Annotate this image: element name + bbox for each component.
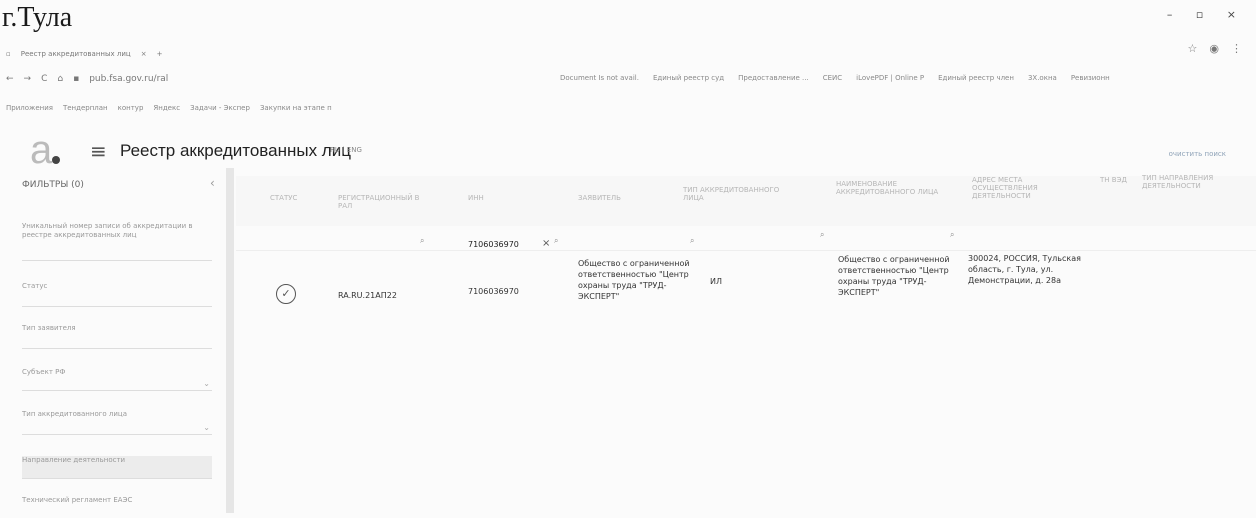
- inn-filter-input[interactable]: 7106036970: [468, 240, 519, 249]
- filter-applicant-type[interactable]: Тип заявителя: [22, 324, 212, 349]
- cell-address: 300024, РОССИЯ, Тульская область, г. Тул…: [968, 254, 1081, 285]
- bookmark-item[interactable]: Document Is not avail.: [560, 74, 639, 82]
- tab-close-icon[interactable]: ×: [141, 50, 147, 58]
- tab-label: Реестр аккредитованных лиц: [20, 50, 131, 58]
- sidebar-scrollbar[interactable]: [226, 168, 234, 513]
- bookmark-item[interactable]: Задачи - Экспер: [190, 104, 250, 112]
- search-icon[interactable]: ⌕: [690, 236, 694, 246]
- cell-applicant: Общество с ограниченной ответственностью…: [578, 259, 690, 301]
- browser-toolbar-icons: ☆ ◉ ⋮: [1188, 42, 1242, 55]
- filter-label: Направление деятельности: [22, 456, 126, 464]
- bookmark-item[interactable]: СЕИС: [823, 74, 842, 82]
- search-icon[interactable]: ⌕: [950, 230, 954, 240]
- bookmarks-bar-left: Приложения Тендерплан контур Яндекс Зада…: [6, 104, 332, 112]
- close-icon[interactable]: ×: [1227, 8, 1246, 21]
- city-heading: г.Тула: [2, 2, 73, 33]
- cell-reg-number[interactable]: RA.RU.21АП22: [338, 290, 397, 301]
- bookmark-item[interactable]: Приложения: [6, 104, 53, 112]
- forward-icon[interactable]: →: [24, 74, 32, 84]
- clear-icon[interactable]: ×: [542, 238, 550, 249]
- window-controls[interactable]: – ▫ ×: [1167, 8, 1246, 21]
- cell-name: Общество с ограниченной ответственностью…: [838, 255, 950, 297]
- reload-icon[interactable]: C: [41, 74, 47, 84]
- column-header-reg-number[interactable]: РЕГИСТРАЦИОННЫЙ В РАЛ: [338, 194, 428, 210]
- logo-dot: [52, 156, 60, 164]
- filter-label: Технический регламент ЕАЭС: [22, 496, 133, 504]
- column-header-address[interactable]: АДРЕС МЕСТА ОСУЩЕСТВЛЕНИЯ ДЕЯТЕЛЬНОСТИ: [972, 176, 1072, 200]
- bookmark-item[interactable]: Единый реестр суд: [653, 74, 724, 82]
- back-icon[interactable]: ←: [6, 74, 14, 84]
- bookmark-item[interactable]: Закупки на этапе п: [260, 104, 332, 112]
- home-icon[interactable]: ⌂: [57, 74, 63, 84]
- star-icon[interactable]: ☆: [1188, 42, 1198, 55]
- address-bar: ← → C ⌂ ▪ pub.fsa.gov.ru/ral: [6, 74, 168, 84]
- column-header-name[interactable]: НАИМЕНОВАНИЕ АККРЕДИТОВАННОГО ЛИЦА: [836, 180, 946, 196]
- bookmark-item[interactable]: Тендерплан: [63, 104, 108, 112]
- site-logo[interactable]: a: [30, 130, 52, 170]
- maximize-icon[interactable]: ▫: [1196, 8, 1213, 21]
- bookmark-item[interactable]: iLovePDF | Online P: [856, 74, 924, 82]
- bookmark-item[interactable]: Предоставление ...: [738, 74, 809, 82]
- new-tab-icon[interactable]: +: [157, 50, 163, 58]
- filter-status[interactable]: Статус: [22, 282, 212, 307]
- table-filter-row: [236, 230, 1256, 251]
- column-header-tnved[interactable]: ТН ВЭД: [1100, 176, 1127, 184]
- collapse-sidebar-icon[interactable]: ‹: [210, 176, 215, 190]
- language-switch[interactable]: RU | ENG: [330, 146, 362, 154]
- column-header-type[interactable]: ТИП АККРЕДИТОВАННОГО ЛИЦА: [683, 186, 783, 202]
- cell-type: ИЛ: [710, 277, 722, 286]
- filter-label: Статус: [22, 282, 48, 290]
- cell-inn: 7106036970: [468, 287, 519, 296]
- search-icon[interactable]: ⌕: [820, 230, 824, 240]
- column-header-activity-type[interactable]: ТИП НАПРАВЛЕНИЯ ДЕЯТЕЛЬНОСТИ: [1142, 174, 1254, 190]
- browser-tab[interactable]: ▫ Реестр аккредитованных лиц × +: [6, 50, 162, 58]
- search-icon[interactable]: ⌕: [420, 236, 424, 246]
- clear-search-link[interactable]: очистить поиск: [1169, 150, 1226, 158]
- hamburger-menu-icon[interactable]: ≡: [90, 139, 107, 163]
- filter-label: Уникальный номер записи об аккредитации …: [22, 222, 193, 239]
- filter-subject[interactable]: Субъект РФ ⌄: [22, 368, 212, 391]
- bookmark-item[interactable]: Ревизионн: [1071, 74, 1110, 82]
- bookmark-item[interactable]: Единый реестр член: [938, 74, 1014, 82]
- filter-reg-number[interactable]: Уникальный номер записи об аккредитации …: [22, 222, 212, 261]
- filter-label: Субъект РФ: [22, 368, 66, 376]
- column-header-applicant[interactable]: ЗАЯВИТЕЛЬ: [578, 194, 621, 202]
- chevron-down-icon[interactable]: ⌄: [203, 423, 210, 432]
- bookmark-item[interactable]: контур: [118, 104, 144, 112]
- chevron-down-icon[interactable]: ⌄: [203, 379, 210, 388]
- page-title: Реестр аккредитованных лиц: [120, 141, 351, 160]
- search-icon[interactable]: ⌕: [554, 236, 558, 246]
- bookmark-item[interactable]: 3X.окна: [1028, 74, 1057, 82]
- menu-icon[interactable]: ⋮: [1231, 42, 1242, 55]
- column-header-inn[interactable]: ИНН: [468, 194, 484, 202]
- bookmark-item[interactable]: Яндекс: [153, 104, 180, 112]
- filter-tech-regulation[interactable]: Технический регламент ЕАЭС: [22, 496, 212, 512]
- column-header-status[interactable]: СТАТУС: [270, 194, 297, 202]
- filter-accredited-type[interactable]: Тип аккредитованного лица ⌄: [22, 410, 212, 435]
- lock-icon: ▪: [73, 74, 80, 84]
- url-field[interactable]: pub.fsa.gov.ru/ral: [89, 74, 168, 84]
- filters-title: ФИЛЬТРЫ (0): [22, 180, 84, 190]
- minimize-icon[interactable]: –: [1167, 8, 1183, 21]
- status-active-icon: ✓: [276, 284, 296, 304]
- filter-label: Тип заявителя: [22, 324, 76, 332]
- extension-icon[interactable]: ◉: [1209, 42, 1219, 55]
- filter-direction[interactable]: Направление деятельности: [22, 456, 212, 479]
- bookmarks-bar-right: Document Is not avail. Единый реестр суд…: [560, 74, 1110, 82]
- tab-favicon-icon: ▫: [6, 50, 11, 58]
- filter-label: Тип аккредитованного лица: [22, 410, 127, 418]
